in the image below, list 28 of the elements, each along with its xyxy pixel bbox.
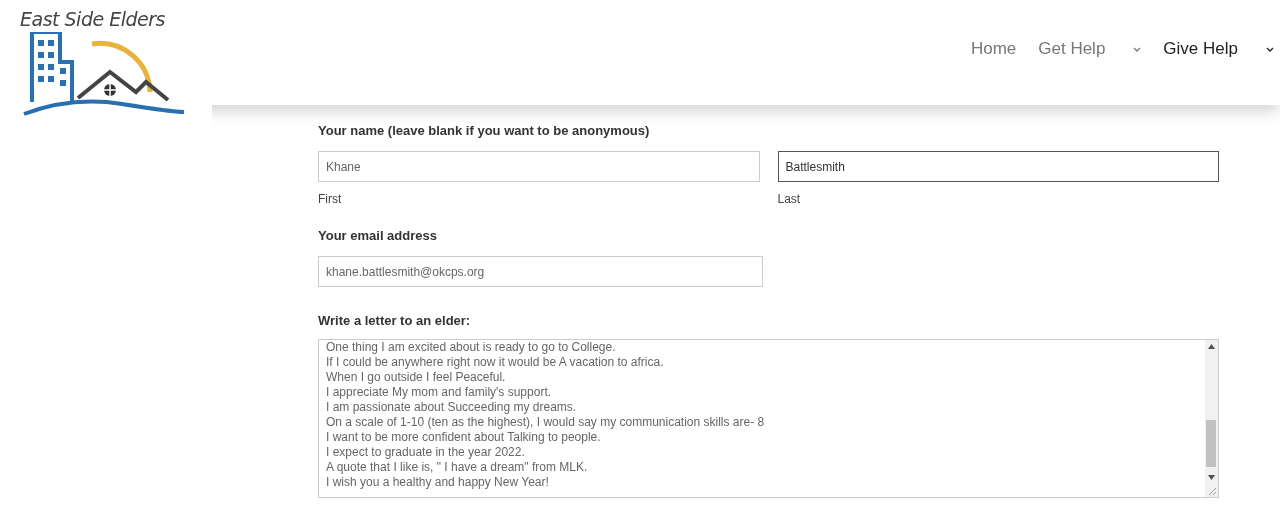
letter-line: I wish you a healthy and happy New Year! — [326, 475, 550, 490]
letter-line: If I could be anywhere right now it would be A vacation to africa. — [326, 355, 665, 370]
letter-textarea[interactable] — [318, 339, 1219, 498]
nav-link[interactable]: Give Help — [1163, 39, 1274, 59]
scrollbar[interactable] — [1205, 340, 1218, 497]
logo-text: East Side Elders — [20, 8, 165, 30]
name-field[interactable]: Battlesmith — [777, 151, 1219, 182]
resize-handle-icon[interactable] — [1208, 487, 1216, 495]
name-field[interactable]: Khane — [318, 151, 760, 182]
letter-line: I am passionate about Succeeding my dreams. — [326, 400, 578, 415]
letter-line: I want to be more confident about Talking to people. — [326, 430, 602, 445]
letter-line: One thing I am excited about is ready to go to College. — [326, 340, 617, 355]
nav-link[interactable]: Home — [970, 39, 1017, 59]
field-label: Your email address — [318, 228, 438, 243]
email-field[interactable]: khane.battlesmith@okcps.org — [318, 256, 763, 287]
scroll-up-icon[interactable] — [1208, 344, 1215, 349]
letter-line: When I go outside I feel Peaceful. — [326, 370, 507, 385]
letter-line: On a scale of 1-10 (ten as the highest), I would say my communication skills are- 8 — [326, 415, 766, 430]
letter-line: I expect to graduate in the year 2022. — [326, 445, 526, 460]
scroll-thumb[interactable] — [1206, 420, 1216, 467]
field-sublabel: Last — [777, 192, 802, 206]
scroll-down-icon[interactable] — [1208, 475, 1215, 480]
field-sublabel: First — [318, 192, 343, 206]
letter-line: I appreciate My mom and family's support. — [326, 385, 553, 400]
field-label: Write a letter to an elder: — [318, 313, 472, 328]
letter-line: A quote that I like is, " I have a dream" from MLK. — [326, 460, 589, 475]
field-label: Your name (leave blank if you want to be anonymous) — [318, 123, 651, 138]
nav-link[interactable]: Get Help — [1038, 39, 1142, 59]
